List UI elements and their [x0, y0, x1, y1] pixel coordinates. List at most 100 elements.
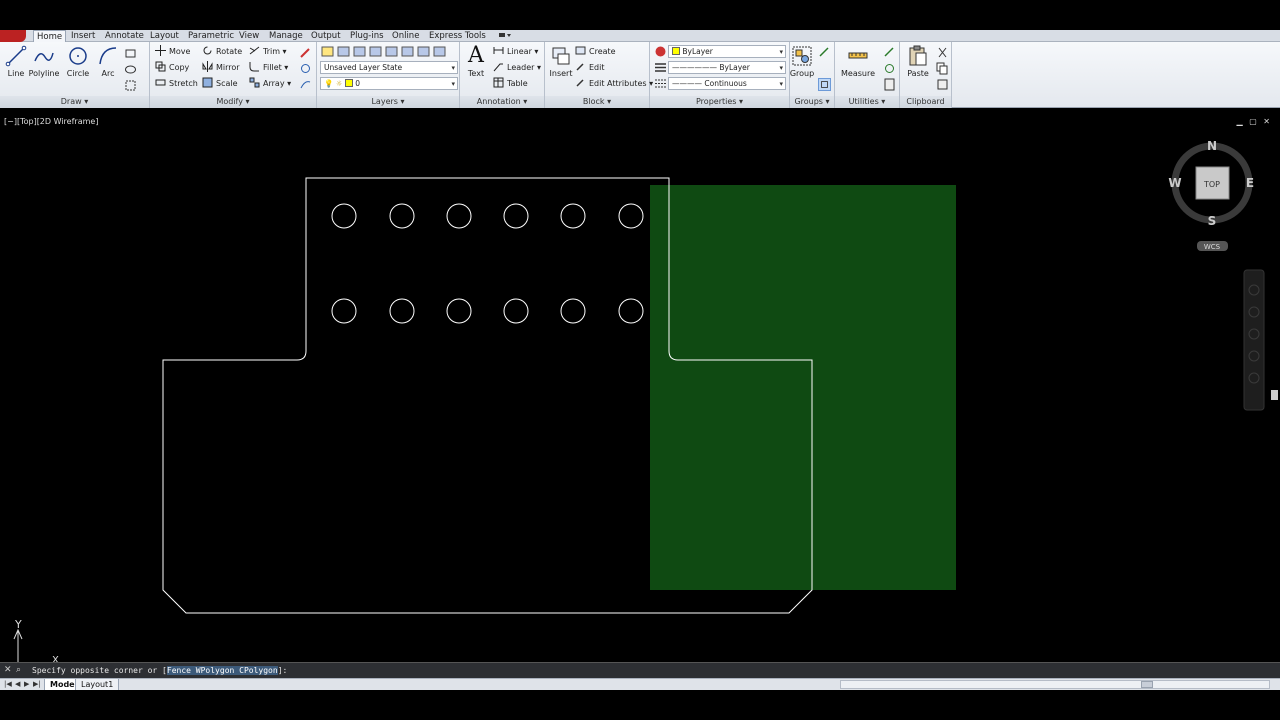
- tab-parametric[interactable]: Parametric: [185, 30, 237, 42]
- compass-east[interactable]: E: [1246, 176, 1254, 190]
- hole-circle[interactable]: [503, 298, 529, 324]
- quick-access-dropdown[interactable]: [495, 30, 515, 42]
- horizontal-scroll-thumb[interactable]: [1141, 681, 1153, 688]
- layer-tool-icon[interactable]: [337, 45, 350, 58]
- horizontal-scrollbar[interactable]: [840, 680, 1270, 689]
- polyline-tool[interactable]: Polyline: [28, 45, 60, 78]
- edit-block-tool[interactable]: Edit: [575, 61, 605, 75]
- group-tool[interactable]: Group: [786, 45, 818, 78]
- create-block-tool[interactable]: Create: [575, 45, 616, 59]
- offset-icon[interactable]: [299, 78, 312, 91]
- viewport-controls-label[interactable]: [−][Top][2D Wireframe]: [4, 117, 98, 126]
- fillet-tool[interactable]: Fillet ▾: [249, 61, 288, 75]
- table-tool[interactable]: Table: [493, 77, 528, 91]
- measure-tool[interactable]: Measure: [840, 45, 876, 78]
- match-icon[interactable]: [936, 78, 949, 91]
- minimize-button[interactable]: ▁: [1236, 117, 1242, 126]
- stretch-tool[interactable]: Stretch: [155, 77, 198, 91]
- option-wpolygon[interactable]: WPolygon: [195, 666, 240, 675]
- hole-circle[interactable]: [560, 298, 586, 324]
- application-menu-button[interactable]: [0, 30, 26, 42]
- layer-combo[interactable]: 💡 ☼ 0 ▾: [320, 77, 458, 90]
- close-icon[interactable]: ✕: [4, 665, 12, 675]
- prev-tab-icon[interactable]: ◀: [15, 680, 20, 688]
- last-tab-icon[interactable]: ▶|: [33, 680, 41, 688]
- array-tool[interactable]: Array ▾: [249, 77, 291, 91]
- circle-tool[interactable]: Circle: [62, 45, 94, 78]
- layer-tool-icon[interactable]: [433, 45, 446, 58]
- draw-panel-title[interactable]: Draw ▾: [0, 96, 149, 108]
- rectangle-icon[interactable]: [124, 47, 137, 60]
- scroll-thumb[interactable]: [1271, 390, 1278, 400]
- insert-block-tool[interactable]: Insert: [545, 45, 577, 78]
- mirror-tool[interactable]: Mirror: [202, 61, 240, 75]
- properties-panel-title[interactable]: Properties ▾: [650, 96, 789, 108]
- edit-attributes-tool[interactable]: Edit Attributes ▾: [575, 77, 653, 91]
- compass-south[interactable]: S: [1208, 214, 1217, 228]
- hole-circle[interactable]: [331, 203, 357, 229]
- hole-circle[interactable]: [389, 298, 415, 324]
- block-panel-title[interactable]: Block ▾: [545, 96, 649, 108]
- tab-insert[interactable]: Insert: [68, 30, 98, 42]
- next-tab-icon[interactable]: ▶: [24, 680, 29, 688]
- copy-tool[interactable]: Copy: [155, 61, 189, 75]
- layer-state-combo[interactable]: Unsaved Layer State ▾: [320, 61, 458, 74]
- id-point-icon[interactable]: [883, 62, 896, 75]
- layer-properties-icon[interactable]: [321, 45, 334, 58]
- layer-tool-icon[interactable]: [385, 45, 398, 58]
- arc-tool[interactable]: Arc: [92, 45, 124, 78]
- hole-circle[interactable]: [618, 298, 644, 324]
- layer-tool-icon[interactable]: [353, 45, 366, 58]
- viewcube[interactable]: TOP N S W E WCS: [1168, 139, 1254, 251]
- layers-panel-title[interactable]: Layers ▾: [317, 96, 459, 108]
- close-button[interactable]: ✕: [1263, 117, 1270, 126]
- hatch-icon[interactable]: [124, 63, 137, 76]
- first-tab-icon[interactable]: |◀: [4, 680, 12, 688]
- option-fence[interactable]: Fence: [166, 666, 196, 675]
- layer-tool-icon[interactable]: [369, 45, 382, 58]
- ungroup-icon[interactable]: [818, 46, 831, 59]
- command-line[interactable]: ✕ ⌕ Specify opposite corner or [Fence WP…: [0, 662, 1280, 678]
- hole-circle[interactable]: [389, 203, 415, 229]
- move-tool[interactable]: Move: [155, 45, 190, 59]
- tab-view[interactable]: View: [236, 30, 262, 42]
- option-cpolygon[interactable]: CPolygon: [239, 666, 278, 675]
- trim-tool[interactable]: Trim ▾: [249, 45, 287, 59]
- scale-tool[interactable]: Scale: [202, 77, 238, 91]
- tab-online[interactable]: Online: [389, 30, 422, 42]
- group-selection-icon[interactable]: [818, 78, 831, 91]
- groups-panel-title[interactable]: Groups ▾: [790, 96, 834, 108]
- tab-layout[interactable]: Layout: [147, 30, 182, 42]
- text-tool[interactable]: A Text: [460, 45, 492, 79]
- copy-clip-icon[interactable]: [936, 62, 949, 75]
- navigation-bar[interactable]: [1243, 269, 1265, 411]
- cut-icon[interactable]: [936, 46, 949, 59]
- hole-circle[interactable]: [446, 203, 472, 229]
- erase-icon[interactable]: [299, 46, 312, 59]
- color-combo[interactable]: ByLayer ▾: [668, 45, 786, 58]
- compass-west[interactable]: W: [1168, 176, 1181, 190]
- command-history-icon[interactable]: ⌕: [16, 665, 21, 675]
- hole-circle[interactable]: [503, 203, 529, 229]
- tab-annotate[interactable]: Annotate: [102, 30, 147, 42]
- compass-north[interactable]: N: [1207, 139, 1217, 153]
- hole-circle[interactable]: [618, 203, 644, 229]
- utilities-panel-title[interactable]: Utilities ▾: [835, 96, 899, 108]
- rotate-tool[interactable]: Rotate: [202, 45, 242, 59]
- paste-tool[interactable]: Paste: [902, 45, 934, 78]
- region-icon[interactable]: [124, 79, 137, 92]
- layer-tool-icon[interactable]: [401, 45, 414, 58]
- calculator-icon[interactable]: [883, 78, 896, 91]
- match-properties-icon[interactable]: [654, 45, 667, 58]
- hole-circle[interactable]: [331, 298, 357, 324]
- quick-select-icon[interactable]: [883, 46, 896, 59]
- clipboard-panel-title[interactable]: Clipboard: [900, 96, 951, 108]
- tab-output[interactable]: Output: [308, 30, 344, 42]
- tab-plugins[interactable]: Plug-ins: [347, 30, 387, 42]
- restore-button[interactable]: ▢: [1249, 117, 1257, 126]
- command-prompt[interactable]: Specify opposite corner or [Fence WPolyg…: [32, 665, 287, 677]
- lineweight-combo[interactable]: —————— ByLayer ▾: [668, 61, 786, 74]
- drawing-canvas[interactable]: Y X TOP N S W E WCS: [0, 115, 1280, 662]
- layer-tool-icon[interactable]: [417, 45, 430, 58]
- hole-circle[interactable]: [446, 298, 472, 324]
